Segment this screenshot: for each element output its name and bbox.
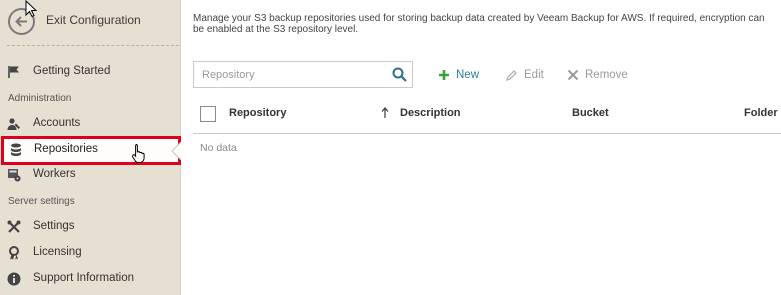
worker-icon (8, 169, 21, 182)
remove-label: Remove (585, 69, 628, 81)
divider (7, 45, 179, 46)
mouse-pointer-icon (25, 0, 37, 18)
search-icon[interactable] (392, 67, 407, 82)
sidebar-item-support-information[interactable]: Support Information (0, 266, 181, 292)
column-header-repository[interactable]: Repository (229, 107, 286, 119)
tools-icon (7, 220, 21, 233)
hand-pointer-icon (131, 144, 145, 163)
sidebar-item-accounts[interactable]: Accounts (0, 111, 181, 137)
close-icon (567, 69, 579, 81)
column-header-description[interactable]: Description (400, 107, 461, 119)
column-header-bucket[interactable]: Bucket (572, 107, 609, 119)
database-icon (11, 143, 21, 156)
plus-icon (439, 70, 449, 80)
sidebar-item-label: Repositories (34, 143, 98, 155)
sidebar-item-settings[interactable]: Settings (0, 214, 181, 240)
sidebar: Exit Configuration Getting Started Admin… (0, 0, 181, 295)
license-icon (9, 246, 19, 260)
section-server-settings: Server settings (8, 196, 75, 207)
column-header-folder[interactable]: Folder (744, 107, 778, 119)
exit-configuration-label: Exit Configuration (46, 13, 141, 27)
sort-ascending-icon[interactable] (381, 107, 389, 119)
sidebar-item-label: Licensing (33, 246, 82, 258)
sidebar-item-repositories[interactable]: Repositories (1, 136, 181, 165)
section-administration: Administration (8, 93, 72, 104)
edit-label: Edit (524, 69, 544, 81)
edit-button[interactable]: Edit (505, 67, 544, 83)
selection-caret-icon (171, 142, 181, 160)
sidebar-item-label: Settings (33, 220, 75, 232)
sidebar-item-workers[interactable]: Workers (0, 162, 181, 188)
remove-button[interactable]: Remove (567, 67, 628, 83)
sidebar-item-licensing[interactable]: Licensing (0, 240, 181, 266)
flag-icon (8, 66, 19, 78)
select-all-checkbox[interactable] (200, 106, 216, 122)
repository-search (193, 61, 413, 88)
sidebar-item-getting-started[interactable]: Getting Started (0, 59, 181, 85)
pencil-icon (505, 69, 517, 81)
repository-table-header: Repository Description Bucket Folder (193, 100, 781, 134)
sidebar-item-label: Getting Started (33, 65, 111, 77)
info-icon (7, 272, 21, 286)
new-button[interactable]: New (438, 67, 479, 83)
new-label: New (456, 69, 480, 81)
users-icon (7, 118, 20, 130)
sidebar-item-label: Workers (33, 168, 76, 180)
sidebar-item-label: Accounts (33, 117, 81, 129)
sidebar-item-label: Support Information (33, 272, 135, 284)
empty-table-message: No data (200, 142, 237, 154)
page-description: Manage your S3 backup repositories used … (193, 13, 765, 35)
search-input[interactable] (195, 63, 385, 86)
